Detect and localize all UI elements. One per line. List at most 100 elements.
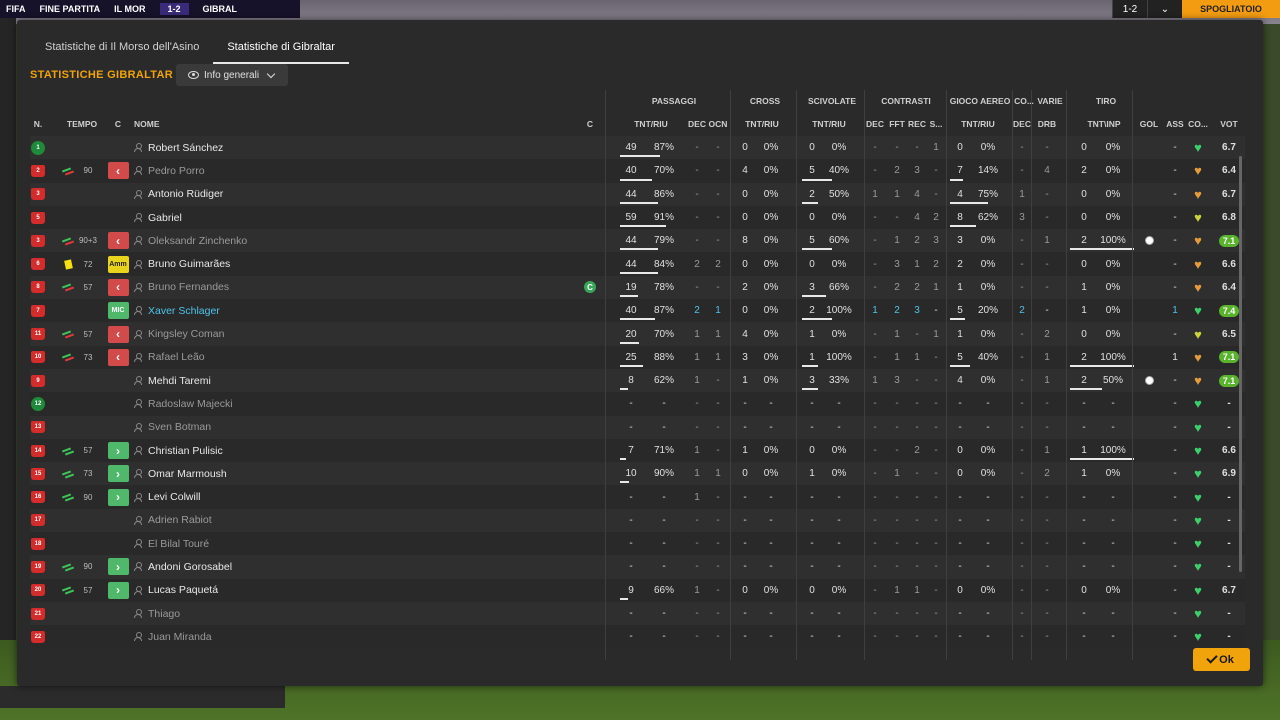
player-name[interactable]: Thiago [148,608,180,620]
column-header-ti-tnt[interactable]: TNT\INP [1075,112,1133,136]
column-header-sc-tnt[interactable]: TNT/RIU [802,112,856,136]
player-name[interactable]: Mehdi Taremi [148,375,211,387]
player-name[interactable]: Antonio Rüdiger [148,188,223,200]
player-name-cell[interactable]: Gabriel [134,206,534,229]
player-name-cell[interactable]: Antonio Rüdiger [134,183,534,206]
player-name[interactable]: Gabriel [148,212,182,224]
player-name[interactable]: Andoni Gorosabel [148,561,232,573]
player-name[interactable]: Xaver Schlager [148,305,220,317]
column-header-num[interactable]: N. [30,112,46,136]
captain-cell [582,532,598,555]
table-row[interactable]: 8 57 ‹ Bruno Fernandes C 19 78% - -2 0% 3 66% -2 2 1 1 0… [30,275,1245,300]
player-name[interactable]: Robert Sánchez [148,142,223,154]
table-row[interactable]: 22 Juan Miranda - - - - - - - - - - - - - - - - - - - ♥ - [30,625,1245,649]
scrollbar[interactable] [1239,156,1242,572]
player-name-cell[interactable]: Adrien Rabiot [134,509,534,532]
player-name[interactable]: Levi Colwill [148,491,201,503]
column-header-ga-tnt[interactable]: TNT/RIU [950,112,1006,136]
column-header-co-dec[interactable]: DEC [1013,112,1031,136]
table-row[interactable]: 13 Sven Botman - - - - - - - - - - - - - - - - - - - ♥ - [30,415,1245,439]
column-header-c2[interactable]: C [582,112,598,136]
stat-ct-rec: 2 [914,281,920,293]
column-header-ct-rec[interactable]: REC [908,112,926,136]
player-name-cell[interactable]: Thiago [134,602,534,625]
player-name-cell[interactable]: Christian Pulisic [134,439,534,462]
dressing-room-button[interactable]: SPOGLIATOIO [1182,0,1280,18]
column-header-p-ocn[interactable]: OCN [708,112,728,136]
column-header-cr-tnt[interactable]: TNT/RIU [736,112,788,136]
player-name-cell[interactable]: Rafael Leão [134,346,534,369]
player-name[interactable]: El Bilal Touré [148,538,209,550]
column-header-name[interactable]: NOME [134,112,234,136]
substitution-icon [62,330,75,338]
player-name[interactable]: Oleksandr Zinchenko [148,235,247,247]
player-name[interactable]: Rafael Leão [148,351,205,363]
player-name[interactable]: Juan Miranda [148,631,212,643]
table-row[interactable]: 21 Thiago - - - - - - - - - - - - - - - - - - - ♥ - [30,601,1245,626]
table-row[interactable]: 18 El Bilal Touré - - - - - - - - - - - - - - - - - - - ♥ - [30,532,1245,556]
tab-away-team[interactable]: Statistiche di Gibraltar [213,36,349,64]
table-row[interactable]: 2 90 ‹ Pedro Porro 40 70% - -4 0% 5 40% -2 3-7 14% -4 2… [30,159,1245,183]
tab-home-team[interactable]: Statistiche di Il Morso dell'Asino [31,36,213,64]
table-row[interactable]: 1 Robert Sánchez 49 87% - -0 0% 0 0% - - -1 0 0% - -0 0%… [30,136,1245,160]
table-row[interactable]: 14 57 › Christian Pulisic 7 71% 1-1 0% 0 0% - -2-0 0… [30,438,1245,463]
player-name-cell[interactable]: Radoslaw Majecki [134,392,534,415]
player-name-cell[interactable]: Bruno Guimarães [134,252,534,275]
column-header-p-dec[interactable]: DEC [688,112,706,136]
player-name-cell[interactable]: Robert Sánchez [134,136,534,159]
player-name-cell[interactable]: Andoni Gorosabel [134,555,534,578]
column-header-vot[interactable]: VOT [1214,112,1244,136]
player-name[interactable]: Kingsley Coman [148,328,224,340]
column-header-va-drb[interactable]: DRB [1034,112,1060,136]
chevron-down-icon[interactable]: ⌄ [1147,0,1182,18]
table-row[interactable]: 17 Adrien Rabiot - - - - - - - - - - - - - - - - - - - ♥ - [30,508,1245,533]
column-header-time[interactable]: TEMPO [66,112,98,136]
table-row[interactable]: 3 Antonio Rüdiger 44 86% - -0 0% 2 50% 1 1 4-4 75% 1-… [30,182,1245,206]
player-name[interactable]: Bruno Guimarães [148,258,230,270]
table-row[interactable]: 11 57 ‹ Kingsley Coman 20 70% 1 1 4 0% 1 0% -1-1 1 0% -… [30,322,1245,346]
column-header-gol[interactable]: GOL [1138,112,1160,136]
table-row[interactable]: 7 MIC Xaver Schlager 40 87% 2 1 0 0% 2 100% 1 2 3-5 20… [30,299,1245,323]
player-name[interactable]: Omar Marmoush [148,468,227,480]
minute-cell [78,509,98,532]
table-row[interactable]: 15 73 › Omar Marmoush 10 90% 1 1 0 0% 1 0% -1- -0 0% -2… [30,462,1245,486]
column-header-p-tnt[interactable]: TNT/RIU [620,112,682,136]
table-row[interactable]: 3 90+3 ‹ Oleksandr Zinchenko 44 79% - -8 0% 5 60% -… [30,229,1245,253]
table-row[interactable]: 5 Gabriel 59 91% - -0 0% 0 0% - -4 2 8 62% 3-0 0% - ♥ 6.8 [30,205,1245,230]
player-name[interactable]: Christian Pulisic [148,445,223,457]
table-row[interactable]: 9 Mehdi Taremi 8 62% 1-1 0% 3 33% 1 3- -4 0% -1 2 50% -… [30,368,1245,393]
player-name[interactable]: Sven Botman [148,421,211,433]
table-row[interactable]: 6 72 Amm Bruno Guimarães 44 84% 2 2 0 0% 0 0% -3 1 2 2 0… [30,252,1245,276]
player-name[interactable]: Lucas Paquetá [148,584,218,596]
heart-icon: ♥ [1194,536,1202,552]
column-header-ct-dec[interactable]: DEC [866,112,884,136]
player-name-cell[interactable]: Juan Miranda [134,625,534,648]
view-dropdown[interactable]: Info generali [176,64,288,86]
table-row[interactable]: 19 90 › Andoni Gorosabel - - - - - - - - - - - - - - - - - - -… [30,555,1245,579]
table-row[interactable]: 12 Radoslaw Majecki - - - - - - - - - - - - - - - - - - - ♥ - [30,392,1245,416]
player-name-cell[interactable]: Lucas Paquetá [134,579,534,602]
table-row[interactable]: 10 73 ‹ Rafael Leão 25 88% 1 1 3 0% 1 100% -1 1-5 40% -… [30,345,1245,369]
player-name-cell[interactable]: Oleksandr Zinchenko [134,229,534,252]
player-name-cell[interactable]: El Bilal Touré [134,532,534,555]
player-name-cell[interactable]: Kingsley Coman [134,322,534,345]
player-name-cell[interactable]: Bruno Fernandes [134,276,534,299]
player-name[interactable]: Pedro Porro [148,165,205,177]
ok-button[interactable]: Ok [1193,648,1250,671]
player-name-cell[interactable]: Levi Colwill [134,485,534,508]
player-name-cell[interactable]: Mehdi Taremi [134,369,534,392]
column-header-ct-s[interactable]: S... [928,112,944,136]
column-header-ass[interactable]: ASS [1164,112,1186,136]
player-name[interactable]: Adrien Rabiot [148,514,212,526]
player-name-cell[interactable]: Xaver Schlager [134,299,534,322]
table-row[interactable]: 16 90 › Levi Colwill - - 1 - - - - - - - - - - - - - - - - ♥ - [30,485,1245,509]
player-name[interactable]: Bruno Fernandes [148,281,229,293]
player-name-cell[interactable]: Pedro Porro [134,159,534,182]
column-header-cond[interactable]: CO... [1188,112,1208,136]
player-name-cell[interactable]: Omar Marmoush [134,462,534,485]
player-name[interactable]: Radoslaw Majecki [148,398,233,410]
player-name-cell[interactable]: Sven Botman [134,416,534,439]
column-header-c[interactable]: C [106,112,130,136]
table-row[interactable]: 20 57 › Lucas Paquetá 9 66% 1-0 0% 0 0% -1 1-0 0% - -0… [30,578,1245,602]
column-header-ct-fft[interactable]: FFT [888,112,906,136]
